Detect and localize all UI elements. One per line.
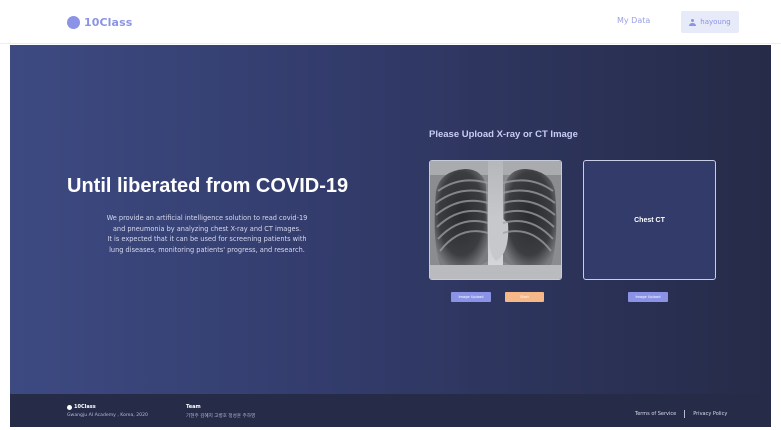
hero-description-line: lung diseases, monitoring patients' prog…: [109, 245, 305, 254]
footer-links: Terms of Service Privacy Policy: [635, 410, 727, 418]
upload-heading: Please Upload X-ray or CT Image: [429, 129, 578, 140]
hero-description-line: It is expected that it can be used for s…: [107, 235, 307, 243]
hero-description-line: We provide an artificial intelligence so…: [106, 214, 308, 222]
footer-logo-circle-icon: [67, 404, 72, 410]
logo-circle-icon: [67, 15, 80, 29]
xray-image-preview[interactable]: [429, 160, 562, 280]
ct-label: Chest CT: [634, 216, 665, 224]
footer-subtitle: Gwangju AI Academy , Korea, 2020: [67, 413, 148, 418]
footer-team-members: 기현주 김혜지 고병호 정성훈 주하영: [186, 414, 256, 419]
footer-brand: 10Class: [67, 404, 96, 410]
hero-section: Until liberated from COVID-19 We provide…: [10, 45, 771, 394]
nav-my-data-link[interactable]: My Data: [617, 16, 650, 25]
hero-description-line: and pneumonia by analyzing chest X-ray a…: [112, 224, 302, 233]
footer-link-divider: [684, 410, 686, 418]
privacy-policy-link[interactable]: Privacy Policy: [693, 411, 727, 417]
chest-xray-image: [430, 161, 561, 279]
footer-team-heading: Team: [186, 404, 201, 410]
brand-logo[interactable]: 10Class: [67, 13, 132, 31]
xray-image-upload-button[interactable]: Image Upload: [451, 292, 491, 302]
user-icon: [689, 18, 697, 26]
hero-title: Until liberated from COVID-19: [67, 175, 349, 197]
top-navbar: 10Class My Data hayoung: [0, 0, 781, 44]
footer-brand-name: 10Class: [74, 404, 96, 410]
user-name: hayoung: [700, 18, 731, 26]
ct-image-preview[interactable]: Chest CT: [583, 160, 716, 280]
start-button[interactable]: Start: [505, 292, 544, 302]
terms-of-service-link[interactable]: Terms of Service: [635, 411, 676, 417]
user-account-button[interactable]: hayoung: [681, 11, 739, 33]
ct-image-upload-button[interactable]: Image Upload: [628, 292, 668, 302]
footer: 10Class Gwangju AI Academy , Korea, 2020…: [10, 394, 771, 427]
hero-description: We provide an artificial intelligence so…: [62, 213, 352, 255]
brand-name: 10Class: [84, 15, 133, 29]
